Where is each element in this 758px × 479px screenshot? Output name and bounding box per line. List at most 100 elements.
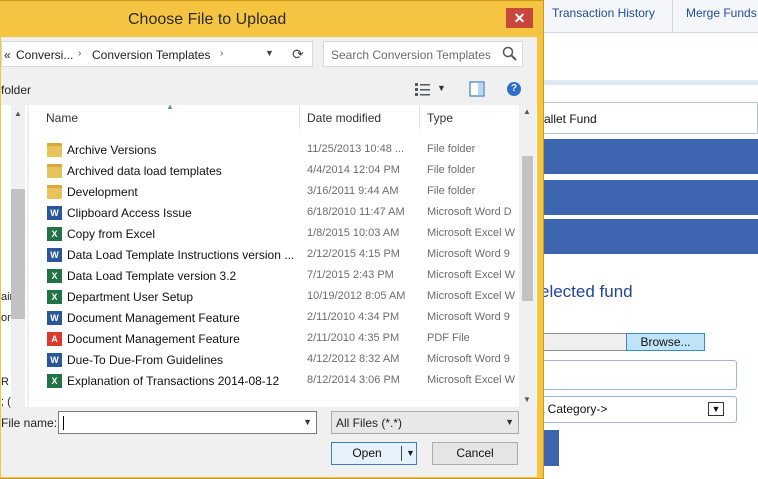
preview-pane-icon[interactable] [469,81,485,97]
breadcrumb-overflow[interactable]: « [4,48,11,62]
file-row[interactable]: Archive Versions 11/25/2013 10:48 ... File… [29,140,519,161]
navigation-pane[interactable]: air on R ; ( ▲ [1,105,27,408]
chevron-down-icon[interactable]: ▼ [406,443,415,464]
blue-section-bar[interactable] [540,139,758,174]
section-divider [540,80,758,85]
file-type: Microsoft Word 9 [427,248,510,260]
file-row[interactable]: W Data Load Template Instructions version… [29,245,519,266]
column-header-date[interactable]: Date modified [307,111,381,125]
search-input[interactable]: Search Conversion Templates [331,48,491,62]
category-select[interactable]: t Category-> ▼ [540,396,737,423]
scrollbar-thumb[interactable] [522,156,533,301]
open-button[interactable]: Open ▼ [331,442,417,465]
help-icon[interactable]: ? [507,82,521,96]
file-row[interactable]: X Explanation of Transactions 2014-08-12 8… [29,371,519,392]
nav-scrollbar-thumb[interactable] [11,189,25,319]
file-type: Microsoft Word 9 [427,353,510,365]
file-row[interactable]: X Data Load Template version 3.2 7/1/2015 … [29,266,519,287]
tab-merge-funds[interactable]: Merge Funds [686,6,757,20]
file-row[interactable]: X Copy from Excel 1/8/2015 10:03 AM Microso… [29,224,519,245]
file-type-filter[interactable]: All Files (*.*) ▼ [331,411,519,434]
tab-divider [672,0,673,32]
scroll-up-icon[interactable]: ▲ [14,109,22,118]
file-type: Microsoft Excel W [427,269,516,281]
search-box[interactable]: Search Conversion Templates [323,41,523,67]
refresh-icon[interactable]: ⟳ [287,44,309,64]
file-name: Document Management Feature [67,311,240,325]
file-date: 4/12/2012 8:32 AM [307,353,400,365]
file-name-input[interactable]: ▼ [58,411,317,434]
file-name: Archived data load templates [67,164,222,178]
column-divider[interactable] [419,105,420,129]
chevron-down-icon[interactable]: ▼ [303,417,312,427]
file-row[interactable]: Archived data load templates 4/4/2014 12:… [29,161,519,182]
file-type: Microsoft Excel W [427,374,516,386]
file-row[interactable]: W Clipboard Access Issue 6/18/2010 11:47 A… [29,203,519,224]
text-input[interactable] [540,360,737,390]
close-button[interactable]: ✕ [506,8,533,28]
blue-section-bar[interactable] [540,180,758,215]
tab-bar: Transaction History Merge Funds [540,0,758,33]
address-bar[interactable]: « Conversi... › Conversion Templates › ▼… [1,41,313,67]
file-date: 2/11/2010 4:34 PM [307,311,400,323]
file-type: PDF File [427,332,470,344]
file-name: Clipboard Access Issue [67,206,192,220]
file-type: File folder [427,164,476,176]
file-type: File folder [427,185,476,197]
file-row[interactable]: W Due-To Due-From Guidelines 4/12/2012 8:3… [29,350,519,371]
folder-icon [47,143,62,157]
breadcrumb-item[interactable]: Conversi... [16,48,73,62]
file-name: Explanation of Transactions 2014-08-12 [67,374,280,388]
file-list-scrollbar[interactable]: ▲ ▼ [519,105,536,407]
new-folder-button[interactable]: folder [1,83,31,97]
browse-button[interactable]: Browse... [626,333,705,351]
chevron-down-icon[interactable]: ▼ [437,83,446,93]
search-icon[interactable] [501,45,519,63]
fund-name-field[interactable]: allet Fund [540,102,758,134]
column-divider[interactable] [299,105,300,129]
scroll-up-icon[interactable]: ▲ [523,107,531,116]
file-row[interactable]: X Department User Setup 10/19/2012 8:05 AM… [29,287,519,308]
nav-item-fragment[interactable]: ; ( [1,396,11,408]
file-date: 11/25/2013 10:48 ... [307,143,405,155]
text-cursor [63,416,64,430]
cancel-button[interactable]: Cancel [432,442,518,465]
word-document-icon: W [47,248,62,262]
file-name: Document Management Feature [67,332,240,346]
file-date: 2/11/2010 4:35 PM [307,332,400,344]
chevron-down-icon[interactable]: ▼ [265,48,274,58]
file-name: Development [67,185,138,199]
excel-document-icon: X [47,374,62,388]
file-name: Department User Setup [67,290,194,304]
file-name: Archive Versions [67,143,157,157]
view-options-icon[interactable] [414,82,432,96]
open-button-label: Open [352,446,382,460]
chevron-right-icon[interactable]: › [220,48,223,59]
file-type: Microsoft Word D [427,206,512,218]
blue-section-bar[interactable] [540,219,758,254]
column-header-type[interactable]: Type [427,111,453,125]
dialog-titlebar[interactable]: Choose File to Upload ✕ [0,1,543,37]
file-row[interactable]: Development 3/16/2011 9:44 AM File folder [29,182,519,203]
column-header-name[interactable]: Name [46,111,78,125]
file-row[interactable]: A Document Management Feature 2/11/2010 4:… [29,329,519,350]
file-list-header: ▲ Name Date modified Type [29,105,519,131]
breadcrumb-item[interactable]: Conversion Templates [92,48,211,62]
chevron-right-icon[interactable]: › [78,48,81,59]
chevron-down-icon[interactable]: ▼ [505,417,514,427]
category-select-value: t Category-> [541,402,608,416]
file-type: Microsoft Excel W [427,290,516,302]
file-row[interactable]: W Document Management Feature 2/11/2010 4:… [29,308,519,329]
file-type: File folder [427,143,476,155]
excel-document-icon: X [47,290,62,304]
nav-item-fragment[interactable]: R [1,376,9,388]
file-type: Microsoft Excel W [427,227,516,239]
sort-ascending-icon: ▲ [166,105,174,111]
dialog-title: Choose File to Upload [128,11,287,28]
excel-document-icon: X [47,269,62,283]
tab-transaction-history[interactable]: Transaction History [552,6,655,20]
word-document-icon: W [47,206,62,220]
scroll-down-icon[interactable]: ▼ [523,395,531,404]
file-rows: Archive Versions 11/25/2013 10:48 ... File… [29,140,519,392]
file-upload-dialog: Choose File to Upload ✕ « Conversi... › … [0,0,544,479]
